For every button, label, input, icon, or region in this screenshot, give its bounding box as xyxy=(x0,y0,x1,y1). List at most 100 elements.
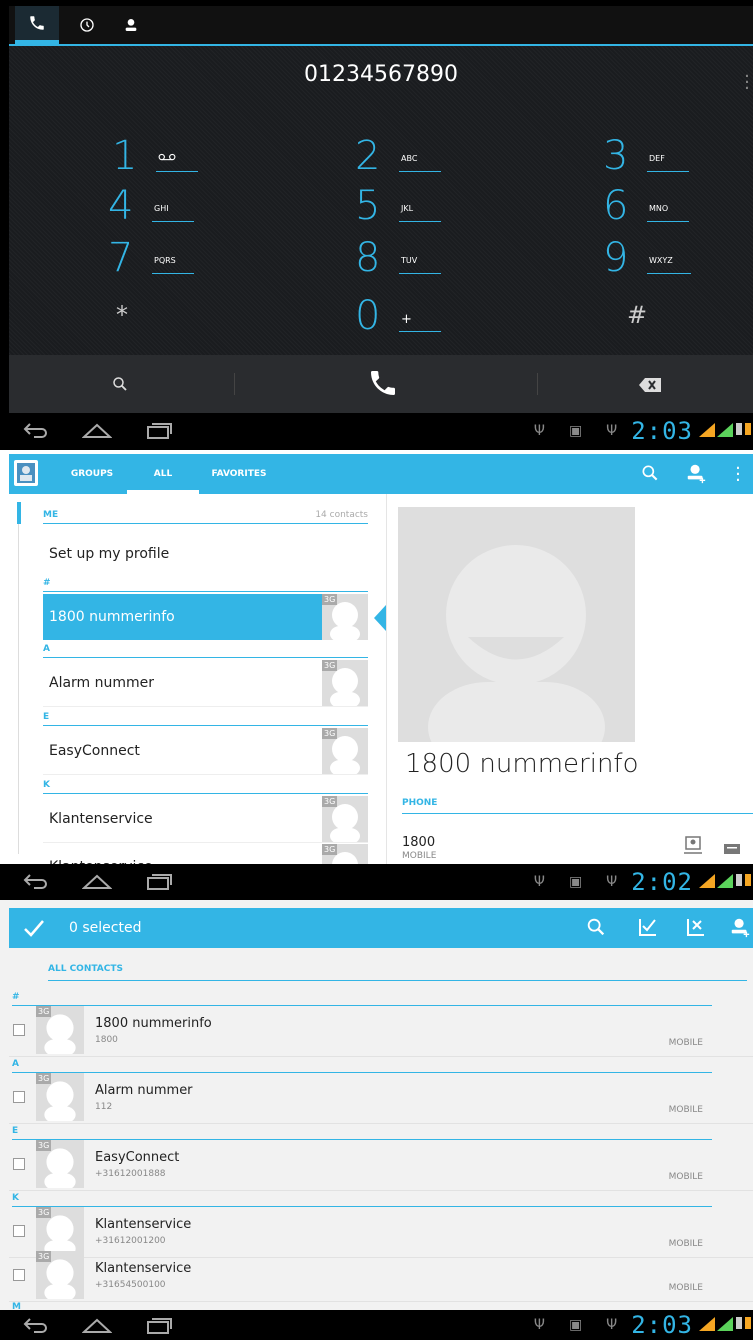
contact-photo: 3G xyxy=(36,1006,84,1054)
deselect-all-icon[interactable] xyxy=(685,916,707,942)
tab-groups[interactable]: GROUPS xyxy=(57,454,127,494)
key-digit: 4 xyxy=(108,183,134,229)
signal-icon xyxy=(717,873,733,892)
checkbox[interactable] xyxy=(13,1024,25,1036)
network-badge: 3G xyxy=(322,660,338,671)
number-type: MOBILE xyxy=(668,1172,703,1182)
checkbox[interactable] xyxy=(13,1091,25,1103)
add-contact-icon[interactable] xyxy=(729,916,751,942)
key-8[interactable]: 8 TUV xyxy=(355,232,505,282)
contact-name: Klantenservice xyxy=(95,1217,192,1232)
home-icon[interactable] xyxy=(81,870,113,896)
contact-photo: 3G xyxy=(322,660,368,706)
usb-icon: Ψ xyxy=(533,1317,545,1333)
section-header: K xyxy=(12,1193,712,1207)
overflow-menu-icon[interactable]: · · · xyxy=(744,68,750,98)
usb-icon: Ψ xyxy=(533,874,545,890)
key-5[interactable]: 5 JKL xyxy=(355,180,505,230)
contact-number: +31654500100 xyxy=(95,1280,166,1290)
phone-number[interactable]: 1800 xyxy=(402,835,435,850)
selectable-contact-row[interactable]: 3G Klantenservice +31654500100 MOBILE xyxy=(9,1251,753,1302)
clock: 2:03 xyxy=(631,1311,693,1339)
contact-item[interactable]: Klantenservice 3G xyxy=(43,796,368,843)
recent-apps-icon[interactable] xyxy=(146,419,172,445)
section-header: E xyxy=(12,1126,712,1140)
selectable-contact-row[interactable]: 3G Alarm nummer 112 MOBILE xyxy=(9,1073,753,1124)
contact-item[interactable]: EasyConnect 3G xyxy=(43,728,368,775)
contacts-action-bar: GROUPS ALL FAVORITES · · · xyxy=(9,454,753,494)
android-debug-icon: ▣ xyxy=(568,874,583,890)
recent-apps-icon[interactable] xyxy=(146,1314,172,1340)
checkbox[interactable] xyxy=(13,1269,25,1281)
key-digit: * xyxy=(116,301,128,329)
battery-icon xyxy=(735,421,753,441)
signal-icon xyxy=(717,1316,733,1335)
call-icon[interactable] xyxy=(367,367,399,403)
signal-icon xyxy=(699,873,715,892)
back-icon[interactable] xyxy=(22,1314,48,1340)
dialed-number[interactable]: 01234567890 xyxy=(9,62,753,87)
overflow-menu-icon[interactable]: · · · xyxy=(735,460,741,490)
tab-contacts[interactable] xyxy=(109,6,153,44)
section-header: A xyxy=(12,1059,712,1073)
selectable-contact-row[interactable]: 3G 1800 nummerinfo 1800 MOBILE xyxy=(9,1006,753,1057)
selection-pointer-icon xyxy=(374,605,386,631)
back-icon[interactable] xyxy=(22,870,48,896)
setup-profile-item[interactable]: Set up my profile xyxy=(49,546,169,562)
recent-apps-icon[interactable] xyxy=(146,870,172,896)
contact-item[interactable]: Alarm nummer 3G xyxy=(43,660,368,707)
usb-icon: Ψ xyxy=(533,423,545,439)
video-call-icon[interactable] xyxy=(683,836,703,858)
fast-scroll-thumb[interactable] xyxy=(17,502,21,524)
network-badge: 3G xyxy=(36,1251,52,1262)
key-digit: 9 xyxy=(603,235,629,281)
divider xyxy=(537,373,538,395)
key-letters: JKL xyxy=(399,204,441,222)
search-icon[interactable] xyxy=(640,463,660,487)
key-4[interactable]: 4 GHI xyxy=(108,180,258,230)
search-icon[interactable] xyxy=(111,375,129,397)
tab-favorites[interactable]: FAVORITES xyxy=(199,454,279,494)
usb-icon: Ψ xyxy=(606,1317,618,1333)
clock: 2:03 xyxy=(631,417,693,445)
message-icon[interactable] xyxy=(723,840,741,859)
tab-all[interactable]: ALL xyxy=(127,454,199,494)
battery-icon xyxy=(735,872,753,892)
network-badge: 3G xyxy=(322,796,338,807)
key-letters: + xyxy=(399,312,441,332)
checkbox[interactable] xyxy=(13,1225,25,1237)
back-icon[interactable] xyxy=(22,419,48,445)
selectable-contact-row[interactable]: 3G EasyConnect +31612001888 MOBILE xyxy=(9,1140,753,1191)
tab-phone[interactable] xyxy=(15,6,59,44)
done-check-icon[interactable] xyxy=(23,918,45,942)
key-0[interactable]: 0 + xyxy=(355,290,505,340)
key-1[interactable]: 1 xyxy=(112,130,262,180)
key-7[interactable]: 7 PQRS xyxy=(108,232,258,282)
key-hash[interactable]: # xyxy=(617,295,753,345)
contacts-app-icon[interactable] xyxy=(12,458,42,488)
contact-photo: 3G xyxy=(36,1140,84,1188)
key-3[interactable]: 3 DEF xyxy=(603,130,753,180)
phone-type: MOBILE xyxy=(402,851,437,861)
contact-item[interactable]: 1800 nummerinfo 3G xyxy=(43,594,368,640)
add-contact-icon[interactable] xyxy=(685,462,707,488)
select-all-icon[interactable] xyxy=(637,916,659,942)
key-letters: WXYZ xyxy=(647,256,691,274)
key-2[interactable]: 2 ABC xyxy=(355,130,505,180)
contact-detail-name: 1800 nummerinfo xyxy=(405,749,639,779)
key-9[interactable]: 9 WXYZ xyxy=(603,232,753,282)
contact-number: +31612001888 xyxy=(95,1169,166,1179)
contact-photo: 3G xyxy=(322,594,368,640)
tab-call-log[interactable] xyxy=(65,6,109,44)
search-icon[interactable] xyxy=(585,916,607,942)
section-header: # xyxy=(43,578,368,592)
system-nav-bar: Ψ ▣ Ψ 2:03 xyxy=(0,413,753,449)
contact-list: ME 14 contacts Set up my profile # 1800 … xyxy=(9,494,387,890)
key-6[interactable]: 6 MNO xyxy=(603,180,753,230)
backspace-icon[interactable] xyxy=(639,377,661,396)
network-badge: 3G xyxy=(322,728,338,739)
key-star[interactable]: * xyxy=(102,295,252,345)
home-icon[interactable] xyxy=(81,419,113,445)
checkbox[interactable] xyxy=(13,1158,25,1170)
home-icon[interactable] xyxy=(81,1314,113,1340)
